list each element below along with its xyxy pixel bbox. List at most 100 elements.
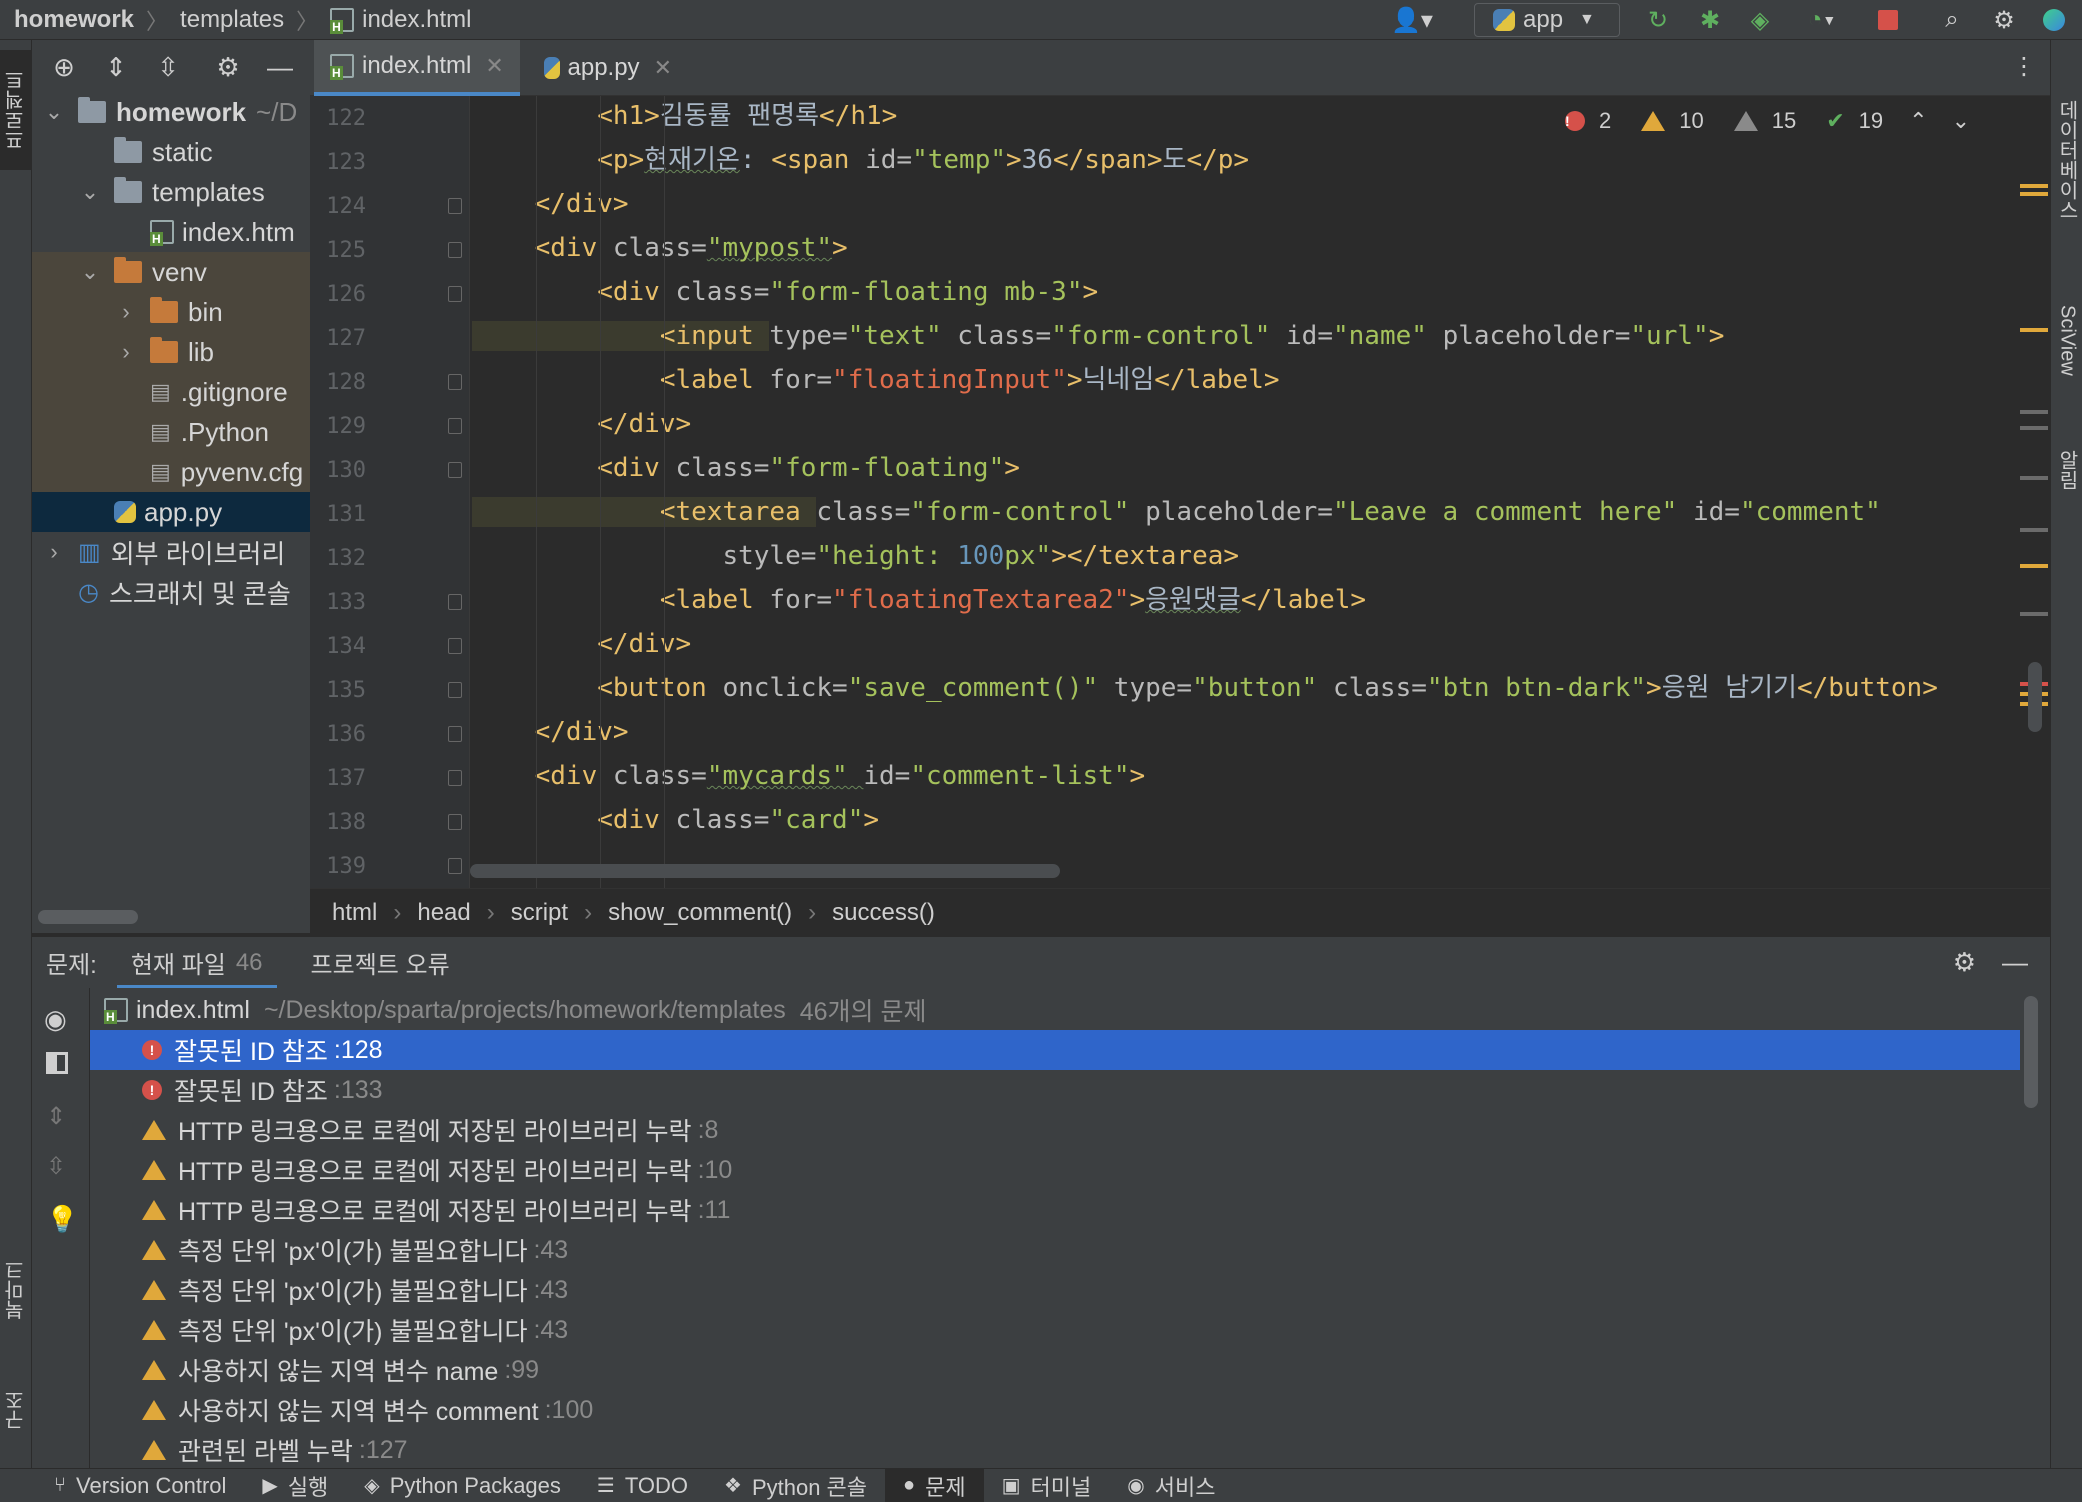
breadcrumb-script[interactable]: script	[511, 899, 568, 927]
status-run-button[interactable]: ▶ 실행	[244, 1469, 346, 1502]
coverage-icon[interactable]: ◈	[1746, 6, 1774, 34]
next-highlight-icon[interactable]: ⌄	[1952, 108, 1970, 134]
warning-mark[interactable]	[2020, 328, 2048, 332]
tree-item[interactable]: static	[32, 132, 310, 172]
tree-item[interactable]: app.py	[32, 492, 310, 532]
hide-icon[interactable]: —	[2002, 947, 2028, 978]
editor-vertical-scrollbar[interactable]	[2028, 662, 2042, 732]
tree-item[interactable]: › lib	[32, 332, 310, 372]
problem-item[interactable]: 측정 단위 'px'이(가) 불필요합니다:43	[90, 1270, 2020, 1310]
fold-marker-icon[interactable]	[448, 638, 462, 654]
chevron-down-icon[interactable]: ⌄	[80, 259, 100, 285]
tab-project-errors[interactable]: 프로젝트 오류	[311, 945, 450, 980]
breadcrumb-function[interactable]: show_comment()	[608, 899, 792, 927]
expand-all-icon[interactable]: ⇕	[46, 1102, 66, 1131]
problem-item[interactable]: HTTP 링크용으로 로컬에 저장된 라이브러리 누락:10	[90, 1150, 2020, 1190]
fold-marker-icon[interactable]	[448, 286, 462, 302]
profile-icon[interactable]: ◔ ▼	[1796, 6, 1848, 34]
breadcrumb-project[interactable]: homework	[14, 6, 134, 34]
fold-marker-icon[interactable]	[448, 770, 462, 786]
gear-icon[interactable]: ⚙	[1990, 6, 2018, 34]
user-icon[interactable]: 👤▾	[1384, 6, 1440, 34]
hide-icon[interactable]: —	[260, 47, 300, 87]
jetbrains-logo-icon[interactable]	[2040, 6, 2068, 34]
weak-warning-mark[interactable]	[2020, 410, 2048, 414]
locate-icon[interactable]: ⊕	[44, 47, 84, 87]
chevron-down-icon[interactable]: ⌄	[44, 99, 64, 125]
weak-warning-mark[interactable]	[2020, 528, 2048, 532]
run-config-selector[interactable]: app ▼	[1474, 3, 1620, 37]
fold-marker-icon[interactable]	[448, 682, 462, 698]
fold-marker-icon[interactable]	[448, 242, 462, 258]
fold-marker-icon[interactable]	[448, 198, 462, 214]
preview-icon[interactable]	[46, 1052, 68, 1074]
database-tool-button[interactable]: 데이터베이스	[2051, 60, 2082, 260]
tree-item[interactable]: ▤ .gitignore	[32, 372, 310, 412]
status-problems-button[interactable]: ● 문제	[885, 1468, 984, 1502]
fold-marker-icon[interactable]	[448, 418, 462, 434]
warning-mark[interactable]	[2020, 564, 2048, 568]
warning-mark[interactable]	[2020, 184, 2048, 188]
chevron-right-icon[interactable]: ›	[116, 339, 136, 365]
collapse-all-icon[interactable]: ⇳	[46, 1152, 66, 1181]
notifications-tool-button[interactable]: 알림	[2051, 420, 2082, 520]
breadcrumb-file[interactable]: index.html	[330, 6, 472, 34]
previous-highlight-icon[interactable]: ⌃	[1909, 108, 1927, 134]
error-stripe[interactable]	[2020, 96, 2050, 888]
tree-item[interactable]: ◷ 스크래치 및 콘솔	[32, 572, 310, 612]
lightbulb-icon[interactable]: 💡	[46, 1204, 78, 1235]
problem-item[interactable]: ! 잘못된 ID 참조:128	[90, 1030, 2020, 1070]
inspection-widget[interactable]: ! 2 10 15 ✔ 19 ⌃ ⌄	[1549, 108, 1970, 134]
stop-icon[interactable]	[1874, 6, 1902, 34]
breadcrumb-folder[interactable]: templates	[180, 6, 284, 34]
tab-index-html[interactable]: index.html ✕	[314, 40, 520, 96]
status-terminal-button[interactable]: ▣ 터미널	[984, 1469, 1110, 1502]
weak-warning-mark[interactable]	[2020, 476, 2048, 480]
project-tool-button[interactable]: 프로젝트	[0, 50, 32, 170]
expand-all-icon[interactable]: ⇕	[96, 47, 136, 87]
chevron-right-icon[interactable]: ›	[116, 299, 136, 325]
project-scrollbar[interactable]	[38, 910, 138, 924]
tree-item[interactable]: ⌄ homework ~/D	[32, 92, 310, 132]
weak-warning-mark[interactable]	[2020, 426, 2048, 430]
rerun-icon[interactable]: ↻	[1644, 6, 1672, 34]
chevron-down-icon[interactable]: ⌄	[80, 179, 100, 205]
breadcrumb-callback[interactable]: success()	[832, 899, 935, 927]
problem-item[interactable]: HTTP 링크용으로 로컬에 저장된 라이브러리 누락:8	[90, 1110, 2020, 1150]
status-python-console-button[interactable]: ❖ Python 콘솔	[706, 1469, 885, 1502]
eye-icon[interactable]: ◉	[44, 1004, 67, 1035]
problem-item[interactable]: 관련된 라벨 누락:127	[90, 1430, 2020, 1468]
tree-item[interactable]: index.htm	[32, 212, 310, 252]
fold-marker-icon[interactable]	[448, 462, 462, 478]
bookmarks-tool-button[interactable]: 북마크	[0, 1240, 32, 1340]
problem-item[interactable]: HTTP 링크용으로 로컬에 저장된 라이브러리 누락:11	[90, 1190, 2020, 1230]
gear-icon[interactable]: ⚙	[208, 47, 248, 87]
status-todo-button[interactable]: ☰ TODO	[579, 1469, 706, 1502]
structure-tool-button[interactable]: 구조	[0, 1370, 32, 1450]
status-branch-button[interactable]: ⑂ Version Control	[36, 1469, 244, 1502]
tree-item[interactable]: ⌄ templates	[32, 172, 310, 212]
problem-item[interactable]: 측정 단위 'px'이(가) 불필요합니다:43	[90, 1310, 2020, 1350]
breadcrumb-head[interactable]: head	[417, 899, 470, 927]
close-icon[interactable]: ✕	[485, 53, 503, 79]
status-packages-button[interactable]: ◈ Python Packages	[346, 1469, 579, 1502]
fold-marker-icon[interactable]	[448, 814, 462, 830]
problem-item[interactable]: ! 잘못된 ID 참조:133	[90, 1070, 2020, 1110]
collapse-all-icon[interactable]: ⇳	[148, 47, 188, 87]
status-services-button[interactable]: ◉ 서비스	[1109, 1469, 1233, 1502]
fold-marker-icon[interactable]	[448, 374, 462, 390]
close-icon[interactable]: ✕	[654, 55, 672, 81]
debug-icon[interactable]: ✱	[1696, 6, 1724, 34]
problem-item[interactable]: 측정 단위 'px'이(가) 불필요합니다:43	[90, 1230, 2020, 1270]
tree-item[interactable]: › ▥ 외부 라이브러리	[32, 532, 310, 572]
weak-warning-mark[interactable]	[2020, 612, 2048, 616]
breadcrumb-html[interactable]: html	[332, 899, 377, 927]
problem-file-row[interactable]: index.html ~/Desktop/sparta/projects/hom…	[104, 990, 2034, 1030]
warning-mark[interactable]	[2020, 192, 2048, 196]
tree-item[interactable]: ▤ pyvenv.cfg	[32, 452, 310, 492]
tab-app-py[interactable]: app.py ✕	[528, 40, 688, 96]
gear-icon[interactable]: ⚙	[1953, 947, 1976, 978]
problem-item[interactable]: 사용하지 않는 지역 변수 name:99	[90, 1350, 2020, 1390]
more-tabs-icon[interactable]: ⋮	[2012, 52, 2036, 81]
tree-item[interactable]: ⌄ venv	[32, 252, 310, 292]
